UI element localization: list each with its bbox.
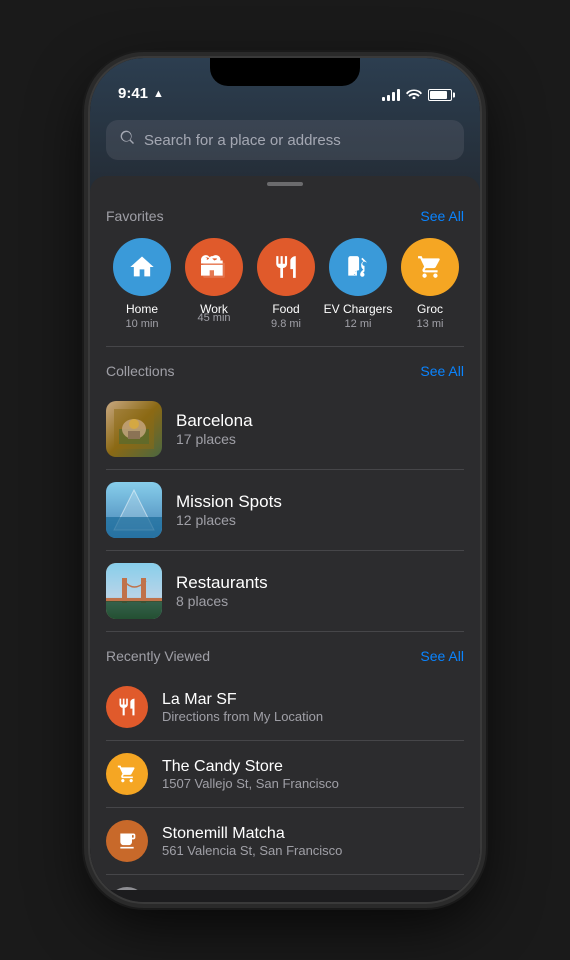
favorite-label-grocery: Groc [417, 302, 443, 316]
battery-icon [428, 89, 452, 101]
favorites-section-header: Favorites See All [90, 192, 480, 234]
recent-name-candy: The Candy Store [162, 758, 339, 776]
favorites-see-all[interactable]: See All [420, 208, 464, 224]
pull-handle [267, 182, 303, 186]
collection-item-barcelona[interactable]: Barcelona 17 places [90, 389, 480, 469]
collection-item-restaurants[interactable]: Restaurants 8 places [90, 551, 480, 631]
recent-item-lamar[interactable]: La Mar SF Directions from My Location [90, 674, 480, 740]
recent-item-stonemill[interactable]: Stonemill Matcha 561 Valencia St, San Fr… [90, 808, 480, 874]
collection-name-restaurants: Restaurants [176, 573, 268, 593]
collection-thumb-mission [106, 482, 162, 538]
phone-wrapper: 9:41 ▲ [0, 0, 570, 960]
favorite-item-work[interactable]: Work 45 min [178, 238, 250, 330]
signal-bar-4 [397, 89, 400, 101]
screen: 9:41 ▲ [90, 58, 480, 902]
favorite-item-grocery[interactable]: Groc 13 mi [394, 238, 466, 330]
recent-icon-academy [106, 887, 148, 890]
collections-section-header: Collections See All [90, 347, 480, 389]
clock: 9:41 [118, 85, 148, 102]
status-icons [382, 87, 452, 102]
recent-info-lamar: La Mar SF Directions from My Location [162, 691, 323, 724]
collection-name-mission: Mission Spots [176, 492, 282, 512]
recently-viewed-see-all[interactable]: See All [420, 648, 464, 664]
collection-item-mission[interactable]: Mission Spots 12 places [90, 470, 480, 550]
favorites-scroll[interactable]: Home 10 min [90, 234, 480, 346]
collections-title: Collections [106, 363, 174, 379]
recent-info-candy: The Candy Store 1507 Vallejo St, San Fra… [162, 758, 339, 791]
battery-fill [430, 91, 447, 99]
favorite-item-food[interactable]: Food 9.8 mi [250, 238, 322, 330]
collections-see-all[interactable]: See All [420, 363, 464, 379]
recent-name-stonemill: Stonemill Matcha [162, 825, 342, 843]
favorite-sub-grocery: 13 mi [417, 318, 444, 330]
signal-bar-3 [392, 92, 395, 101]
phone-frame: 9:41 ▲ [90, 58, 480, 902]
search-bar[interactable]: Search for a place or address [106, 120, 464, 160]
favorite-icon-home [113, 238, 171, 296]
recent-sub-candy: 1507 Vallejo St, San Francisco [162, 776, 339, 791]
collection-name-barcelona: Barcelona [176, 411, 253, 431]
recent-icon-stonemill [106, 820, 148, 862]
favorite-label-food: Food [272, 302, 299, 316]
status-time: 9:41 ▲ [118, 85, 164, 102]
wifi-icon [406, 87, 422, 102]
main-content: Favorites See All Home 10 mi [90, 176, 480, 890]
recent-sub-stonemill: 561 Valencia St, San Francisco [162, 843, 342, 858]
search-placeholder: Search for a place or address [144, 132, 341, 149]
recent-item-candy[interactable]: The Candy Store 1507 Vallejo St, San Fra… [90, 741, 480, 807]
collection-info-restaurants: Restaurants 8 places [176, 573, 268, 609]
recent-info-stonemill: Stonemill Matcha 561 Valencia St, San Fr… [162, 825, 342, 858]
recent-item-academy[interactable]: California Academy of Sciences [90, 875, 480, 890]
collection-thumb-restaurants [106, 563, 162, 619]
recent-name-lamar: La Mar SF [162, 691, 323, 709]
search-icon [120, 130, 136, 150]
favorite-sub-food: 9.8 mi [271, 318, 301, 330]
collection-places-restaurants: 8 places [176, 593, 268, 609]
signal-bars-icon [382, 89, 400, 101]
recently-viewed-section-header: Recently Viewed See All [90, 632, 480, 674]
favorite-sub-ev: 12 mi [345, 318, 372, 330]
favorite-item-ev[interactable]: EV Chargers 12 mi [322, 238, 394, 330]
favorite-icon-grocery [401, 238, 459, 296]
favorites-title: Favorites [106, 208, 164, 224]
collection-places-mission: 12 places [176, 512, 282, 528]
favorite-icon-ev [329, 238, 387, 296]
signal-bar-2 [387, 95, 390, 101]
favorite-label-home: Home [126, 302, 158, 316]
collection-thumb-barcelona [106, 401, 162, 457]
signal-bar-1 [382, 97, 385, 101]
favorite-icon-food [257, 238, 315, 296]
recent-sub-lamar: Directions from My Location [162, 709, 323, 724]
favorite-sub-home: 10 min [125, 318, 158, 330]
collection-places-barcelona: 17 places [176, 431, 253, 447]
favorite-sub-work: 45 min [197, 312, 230, 324]
screen-content: Search for a place or address Favorites … [90, 108, 480, 902]
location-arrow-icon: ▲ [153, 88, 164, 100]
battery-tip [453, 92, 455, 97]
favorite-item-home[interactable]: Home 10 min [106, 238, 178, 330]
collection-info-mission: Mission Spots 12 places [176, 492, 282, 528]
recent-icon-candy [106, 753, 148, 795]
recently-viewed-title: Recently Viewed [106, 648, 210, 664]
favorite-icon-work [185, 238, 243, 296]
collection-info-barcelona: Barcelona 17 places [176, 411, 253, 447]
notch [210, 58, 360, 86]
favorite-label-ev: EV Chargers [324, 302, 393, 316]
recent-icon-lamar [106, 686, 148, 728]
